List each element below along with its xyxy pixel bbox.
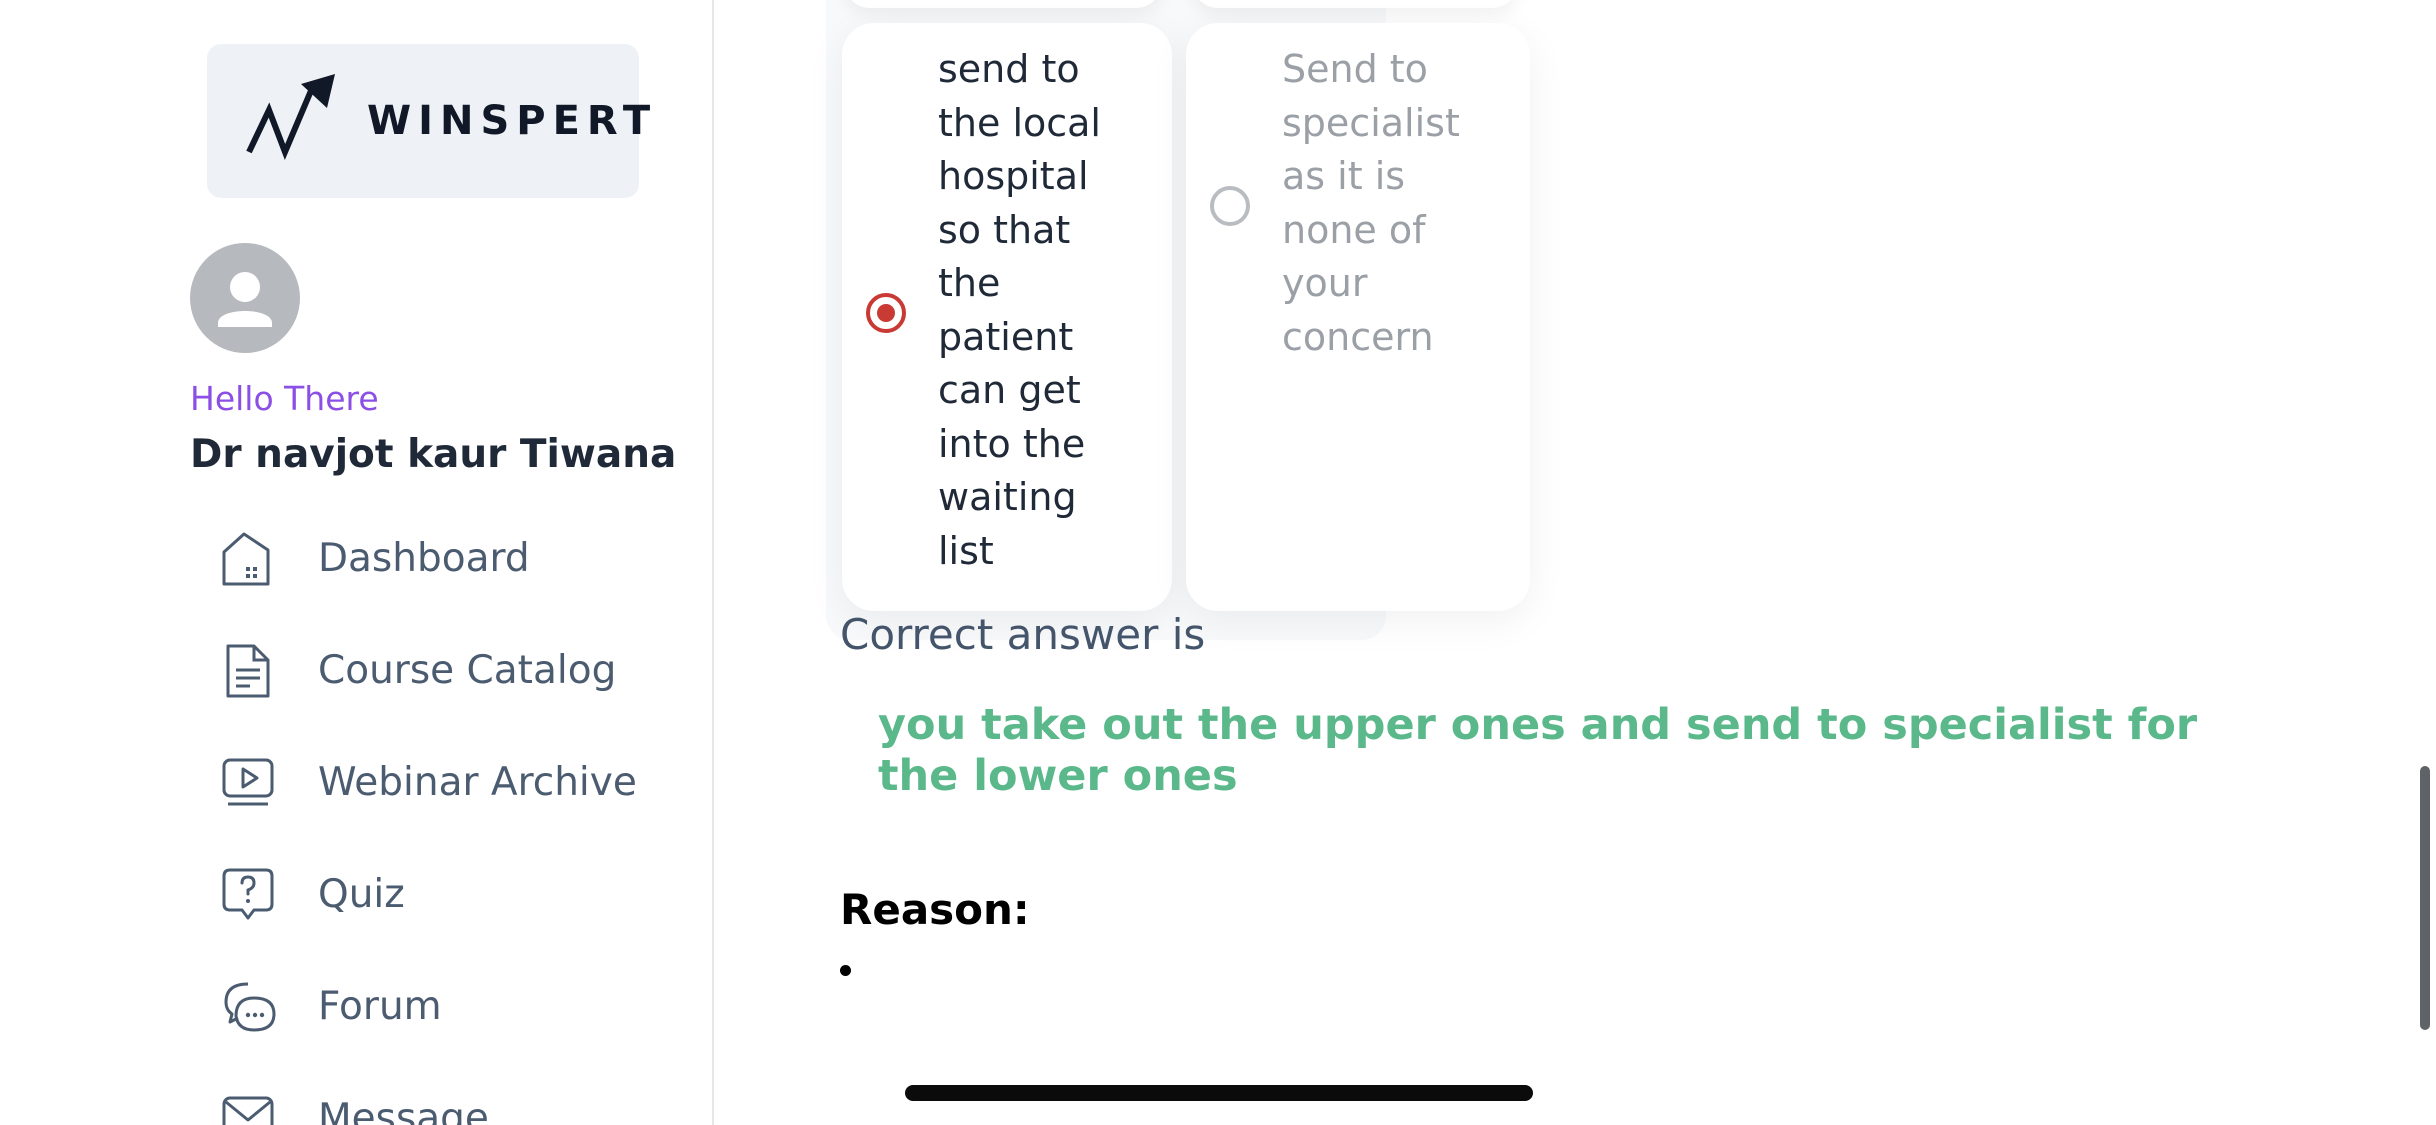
correct-answer-text: you take out the upper ones and send to … [878,700,2198,801]
home-icon [222,532,270,586]
chat-bubbles-icon [224,982,276,1032]
sidebar: WINSPERT Hello There Dr navjot kaur Tiwa… [0,0,714,1125]
document-icon [226,644,270,698]
video-play-icon [222,758,274,806]
reason-bullet [840,965,851,976]
logo-text: WINSPERT [367,98,658,144]
sidebar-item-webinar-archive[interactable]: Webinar Archive [218,746,678,818]
option-card[interactable]: send to the local hospital so that the p… [842,23,1172,611]
logo-mark-icon [246,74,335,161]
option-card-previous[interactable] [1192,0,1518,8]
sidebar-item-label: Forum [318,984,442,1029]
greeting-text: Hello There [190,379,379,418]
sidebar-item-quiz[interactable]: Quiz [218,858,678,930]
sidebar-item-label: Quiz [318,872,405,917]
option-text: Send to specialist as it is none of your… [1282,47,1460,359]
sidebar-item-label: Message [318,1096,489,1125]
correct-answer-label: Correct answer is [840,610,1206,659]
logo[interactable]: WINSPERT [207,44,650,198]
scrollbar[interactable] [2420,766,2430,1030]
option-card-previous[interactable] [844,0,1162,8]
correct-answer-box: you take out the upper ones and send to … [840,664,2310,824]
option-card[interactable]: Send to specialist as it is none of your… [1186,23,1530,611]
envelope-icon [222,1096,274,1125]
sidebar-item-label: Dashboard [318,536,530,581]
sidebar-item-label: Webinar Archive [318,760,637,805]
option-text: send to the local hospital so that the p… [938,47,1101,573]
sidebar-item-forum[interactable]: Forum [218,970,678,1042]
radio-button-selected[interactable] [866,293,906,333]
reason-label: Reason: [840,885,1030,934]
sidebar-item-course-catalog[interactable]: Course Catalog [218,634,678,706]
person-icon [218,272,272,327]
radio-button[interactable] [1210,186,1250,226]
sidebar-item-label: Course Catalog [318,648,617,693]
sidebar-item-dashboard[interactable]: Dashboard [218,522,678,594]
quiz-result-panel: send to the local hospital so that the p… [714,0,2436,1125]
avatar[interactable] [190,243,300,353]
sidebar-item-message[interactable]: Message [218,1082,678,1125]
home-indicator[interactable] [905,1085,1533,1101]
question-bubble-icon [222,868,274,920]
user-name: Dr navjot kaur Tiwana [190,432,677,477]
